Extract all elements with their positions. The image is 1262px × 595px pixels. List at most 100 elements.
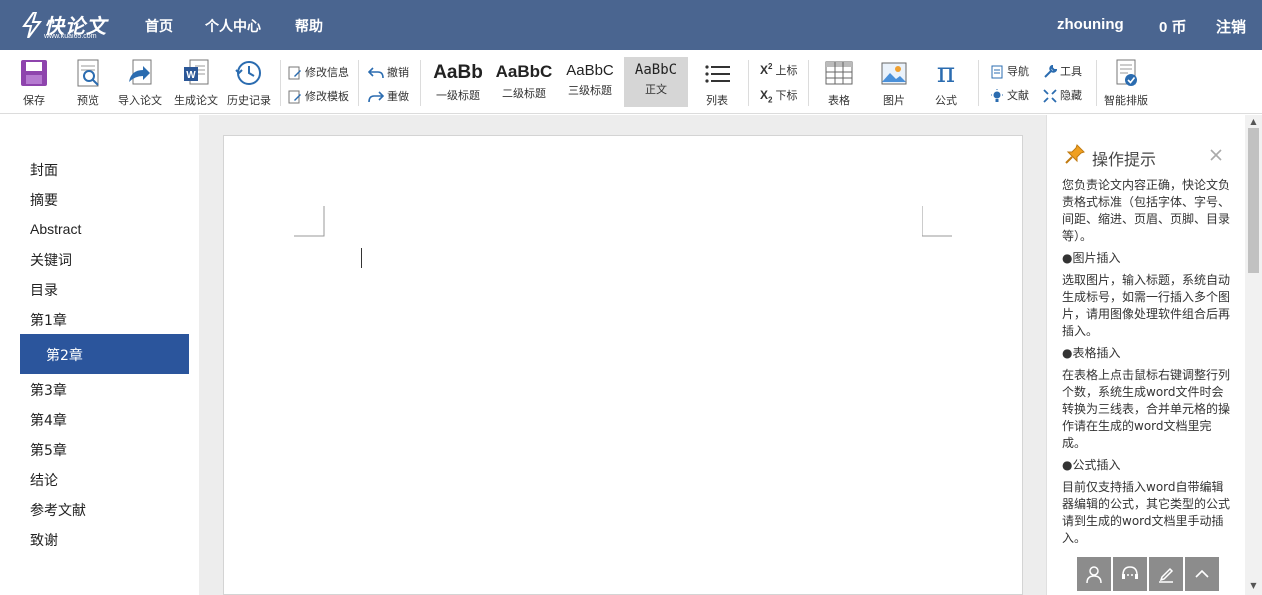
float-feedback-button[interactable] — [1149, 557, 1183, 591]
document-page[interactable] — [223, 135, 1023, 595]
tips-title: 操作提示 — [1092, 150, 1157, 169]
tips-table-heading: ●表格插入 — [1062, 346, 1121, 360]
svg-text:W: W — [186, 70, 196, 81]
outline-item-abstract[interactable]: Abstract — [30, 221, 81, 237]
toolbar-divider — [808, 60, 809, 106]
edit-pencil-icon — [1159, 567, 1174, 583]
tips-image-text: 选取图片，输入标题，系统自动生成标号，如需一行插入多个图片，请用图像处理软件组合… — [1062, 273, 1231, 338]
table-icon — [825, 61, 853, 85]
preview-button[interactable]: 预览 — [70, 58, 106, 108]
toolbar-divider — [978, 60, 979, 106]
coin-balance[interactable]: 0 币 — [1159, 16, 1187, 37]
outline-item-references[interactable]: 参考文献 — [30, 500, 86, 520]
subscript-button[interactable]: X2 下标 — [760, 87, 798, 105]
smart-format-icon — [1116, 59, 1137, 86]
nav-help[interactable]: 帮助 — [295, 16, 323, 36]
scroll-thumb[interactable] — [1248, 128, 1259, 273]
outline-item-chapter-1[interactable]: 第1章 — [30, 310, 67, 330]
float-back-to-top-button[interactable] — [1185, 557, 1219, 591]
editor-toolbar: 保存 预览 导入论文 W 生成论文 历史记录 修改信息 修改模板 撤销 重做 A… — [0, 50, 1262, 114]
undo-button[interactable]: 撤销 — [367, 64, 409, 82]
undo-icon — [367, 67, 384, 79]
preview-icon — [77, 59, 99, 87]
lightning-icon — [22, 12, 42, 38]
pi-icon: π — [936, 56, 956, 89]
scroll-up-arrow-icon[interactable]: ▲ — [1249, 117, 1258, 126]
tips-intro: 您负责论文内容正确，快论文负责格式标准（包括字体、字号、间距、缩进、页眉、页脚、… — [1062, 178, 1231, 243]
crop-mark-top-right — [922, 206, 952, 237]
outline-item-abstract-cn[interactable]: 摘要 — [30, 190, 58, 210]
text-cursor — [361, 248, 362, 268]
navigation-icon — [991, 65, 1003, 79]
close-icon[interactable] — [1210, 149, 1222, 161]
style-body-text[interactable]: AaBbC 正文 — [624, 57, 688, 107]
hide-button[interactable]: 隐藏 — [1043, 87, 1082, 105]
username[interactable]: zhouning — [1057, 16, 1124, 33]
outline-item-cover[interactable]: 封面 — [30, 160, 58, 180]
tips-formula-text: 目前仅支持插入word自带编辑器编辑的公式，其它类型的公式请到生成的word文档… — [1062, 480, 1231, 545]
smart-format-button[interactable]: 智能排版 — [1103, 58, 1149, 108]
outline-item-toc[interactable]: 目录 — [30, 280, 58, 300]
tips-formula-heading: ●公式插入 — [1062, 458, 1121, 472]
tips-table-text: 在表格上点击鼠标右键调整行列个数，系统生成word文件时会转换为三线表，合并单元… — [1062, 368, 1231, 450]
float-support-button[interactable] — [1113, 557, 1147, 591]
nav-home[interactable]: 首页 — [145, 16, 173, 36]
edit-template-button[interactable]: 修改模板 — [288, 88, 349, 106]
image-icon — [881, 62, 907, 85]
image-button[interactable]: 图片 — [875, 58, 913, 108]
table-button[interactable]: 表格 — [820, 58, 858, 108]
save-icon — [21, 60, 47, 86]
redo-button[interactable]: 重做 — [368, 88, 409, 106]
formula-button[interactable]: π 公式 — [928, 58, 964, 108]
outline-item-chapter-2[interactable]: 第2章 — [20, 334, 189, 374]
toolbar-divider — [748, 60, 749, 106]
style-heading-3[interactable]: AaBbC 三级标题 — [558, 57, 622, 107]
collapse-icon — [1043, 89, 1057, 103]
redo-icon — [368, 91, 385, 103]
crop-mark-top-left — [294, 206, 325, 237]
import-icon — [129, 59, 152, 85]
logo[interactable]: 快论文 www.kuai65.com — [22, 10, 112, 42]
list-button[interactable]: 列表 — [698, 58, 736, 108]
edit-info-button[interactable]: 修改信息 — [288, 64, 349, 82]
navigation-button[interactable]: 导航 — [990, 63, 1029, 81]
lightbulb-icon — [991, 89, 1003, 102]
style-heading-1[interactable]: AaBb 一级标题 — [426, 57, 490, 107]
tips-panel: 操作提示 您负责论文内容正确，快论文负责格式标准（包括字体、字号、间距、缩进、页… — [1046, 115, 1245, 595]
nav-personal-center[interactable]: 个人中心 — [205, 16, 261, 36]
wrench-icon — [1044, 64, 1058, 78]
references-button[interactable]: 文献 — [990, 87, 1029, 105]
editor-canvas — [199, 115, 1046, 595]
tips-image-heading: ●图片插入 — [1062, 251, 1121, 265]
outline-item-chapter-5[interactable]: 第5章 — [30, 440, 67, 460]
word-document-icon: W — [184, 59, 209, 85]
subscript-icon: X2 — [760, 88, 773, 105]
logout-link[interactable]: 注销 — [1216, 16, 1246, 37]
page-scrollbar[interactable]: ▲ ▼ — [1245, 115, 1262, 595]
scroll-down-arrow-icon[interactable]: ▼ — [1249, 581, 1258, 590]
generate-paper-button[interactable]: W 生成论文 — [172, 58, 220, 108]
list-icon — [705, 65, 730, 83]
style-heading-2[interactable]: AaBbC 二级标题 — [492, 57, 556, 107]
history-clock-icon — [235, 61, 261, 85]
superscript-button[interactable]: X2 上标 — [760, 62, 798, 80]
edit-doc-icon — [288, 66, 301, 80]
edit-template-icon — [288, 90, 301, 104]
save-button[interactable]: 保存 — [16, 58, 52, 108]
outline-item-keywords[interactable]: 关键词 — [30, 250, 72, 270]
outline-item-chapter-3[interactable]: 第3章 — [30, 380, 67, 400]
tools-button[interactable]: 工具 — [1043, 63, 1082, 81]
import-paper-button[interactable]: 导入论文 — [116, 58, 164, 108]
outline-item-chapter-4[interactable]: 第4章 — [30, 410, 67, 430]
tips-body: 您负责论文内容正确，快论文负责格式标准（包括字体、字号、间距、缩进、页眉、页脚、… — [1062, 177, 1232, 552]
logo-url: www.kuai65.com — [44, 33, 97, 40]
chevron-up-icon — [1195, 569, 1209, 578]
toolbar-divider — [1096, 60, 1097, 106]
outline-item-acknowledgements[interactable]: 致谢 — [30, 530, 58, 550]
user-icon — [1086, 566, 1102, 584]
toolbar-divider — [280, 60, 281, 106]
pushpin-icon — [1065, 144, 1085, 164]
float-user-button[interactable] — [1077, 557, 1111, 591]
history-button[interactable]: 历史记录 — [225, 58, 273, 108]
outline-item-conclusion[interactable]: 结论 — [30, 470, 58, 490]
